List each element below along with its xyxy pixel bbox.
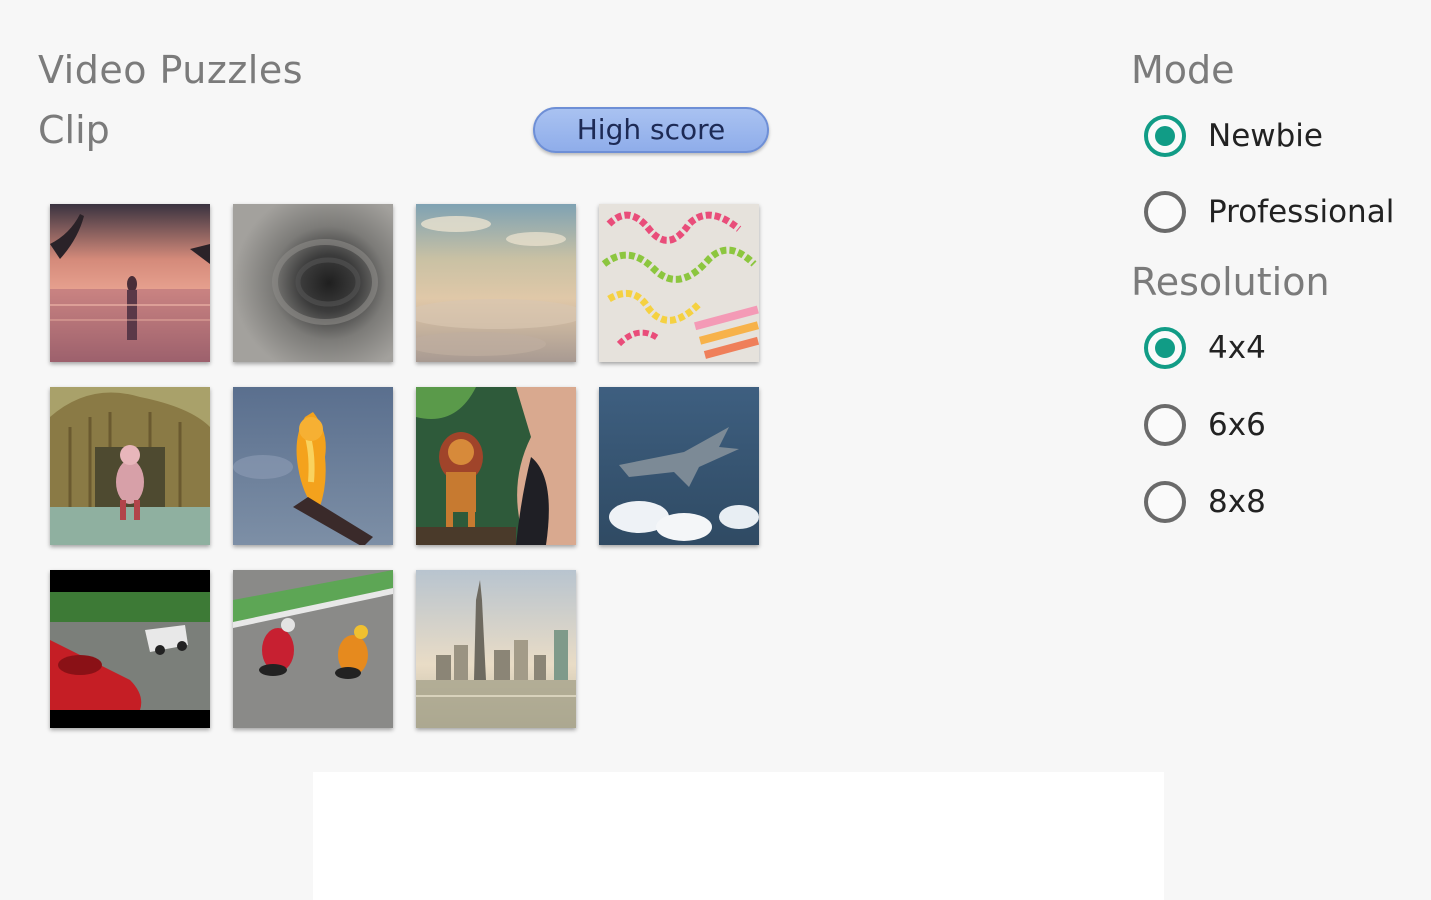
resolution-radio-6x6[interactable]: 6x6	[1144, 400, 1266, 450]
radio-unchecked-icon[interactable]	[1144, 191, 1186, 233]
radio-unchecked-icon[interactable]	[1144, 404, 1186, 446]
clip-race-cars-icon	[50, 570, 210, 728]
clip-motorbike-race-icon	[233, 570, 393, 728]
clip-jet-plane-icon	[599, 387, 759, 545]
clip-lion-king-jungle[interactable]	[416, 387, 576, 545]
mode-option-label: Newbie	[1208, 118, 1323, 154]
clip-race-cars[interactable]	[50, 570, 210, 728]
mode-radio-newbie[interactable]: Newbie	[1144, 111, 1323, 161]
resolution-label: Resolution	[1131, 260, 1330, 304]
clip-colorful-beads[interactable]	[599, 204, 759, 362]
clip-city-skyline[interactable]	[416, 570, 576, 728]
clip-colorful-beads-icon	[599, 204, 759, 362]
resolution-option-label: 6x6	[1208, 407, 1266, 443]
clip-lion-king-jungle-icon	[416, 387, 576, 545]
resolution-option-label: 4x4	[1208, 330, 1266, 366]
app-title: Video Puzzles	[38, 48, 304, 92]
high-score-button[interactable]: High score	[533, 107, 769, 153]
clip-cartoon-hut-icon	[50, 387, 210, 545]
resolution-option-label: 8x8	[1208, 484, 1266, 520]
clip-clouds-icon	[416, 204, 576, 362]
clip-motorbike-race[interactable]	[233, 570, 393, 728]
clip-lion-king-flame-icon	[233, 387, 393, 545]
mode-option-label: Professional	[1208, 194, 1395, 230]
radio-checked-icon[interactable]	[1144, 327, 1186, 369]
clip-clouds[interactable]	[416, 204, 576, 362]
mode-label: Mode	[1131, 48, 1235, 92]
clip-vortex-icon	[233, 204, 393, 362]
mode-radio-professional[interactable]: Professional	[1144, 187, 1394, 237]
radio-unchecked-icon[interactable]	[1144, 481, 1186, 523]
clip-vortex[interactable]	[233, 204, 393, 362]
app-screen: Video Puzzles Clip High score Mode Newbi…	[0, 0, 1431, 900]
clip-city-skyline-icon	[416, 570, 576, 728]
clip-lion-king-flame[interactable]	[233, 387, 393, 545]
resolution-radio-4x4[interactable]: 4x4	[1144, 323, 1266, 373]
resolution-radio-8x8[interactable]: 8x8	[1144, 477, 1266, 527]
radio-checked-icon[interactable]	[1144, 115, 1186, 157]
clip-sunset-woman[interactable]	[50, 204, 210, 362]
clip-jet-plane[interactable]	[599, 387, 759, 545]
ad-banner-area[interactable]	[313, 772, 1164, 900]
clip-cartoon-hut[interactable]	[50, 387, 210, 545]
clip-sunset-woman-icon	[50, 204, 210, 362]
clip-section-label: Clip	[38, 108, 110, 152]
